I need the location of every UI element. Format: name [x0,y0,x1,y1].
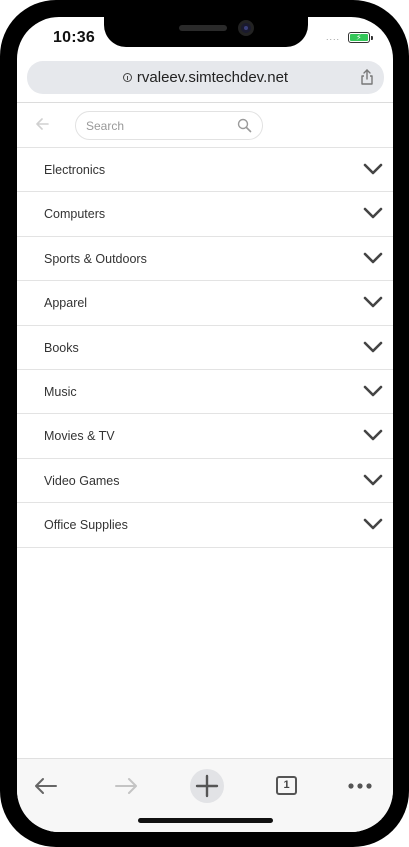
speaker [179,25,227,31]
category-item[interactable]: Video Games [17,459,393,504]
home-indicator[interactable] [138,818,273,823]
category-label[interactable]: Music [44,370,77,414]
notch [104,17,308,47]
category-item[interactable]: Movies & TV [17,414,393,459]
status-bar: 10:36 .... ⚡ [17,17,393,63]
plus-icon[interactable] [190,769,224,803]
category-label[interactable]: Apparel [44,281,87,325]
chevron-down-icon[interactable] [363,251,383,265]
back-arrow-icon[interactable] [30,770,62,802]
category-item[interactable]: Sports & Outdoors [17,237,393,282]
chevron-down-icon[interactable] [363,384,383,398]
battery-icon: ⚡ [348,32,373,43]
tabs-icon[interactable]: 1 [276,776,297,795]
more-icon[interactable] [344,770,376,802]
divider [17,102,393,103]
category-item[interactable]: Computers [17,192,393,237]
chevron-down-icon[interactable] [363,162,383,176]
screen: 10:36 .... ⚡ rvaleev.simtechdev.net Sear… [17,17,393,832]
category-label[interactable]: Computers [44,192,105,236]
category-label[interactable]: Books [44,326,79,370]
category-label[interactable]: Video Games [44,459,120,503]
category-label[interactable]: Office Supplies [44,503,128,547]
chevron-down-icon[interactable] [363,473,383,487]
status-time: 10:36 [53,29,95,46]
url-text[interactable]: rvaleev.simtechdev.net [137,69,288,86]
category-list: Electronics Computers Sports & Outdoors … [17,147,393,548]
category-item[interactable]: Electronics [17,148,393,193]
search-input[interactable] [86,112,231,139]
category-item[interactable]: Music [17,370,393,415]
category-label[interactable]: Movies & TV [44,414,115,458]
search-icon[interactable] [237,118,252,133]
share-icon[interactable] [358,68,376,86]
category-item[interactable]: Books [17,326,393,370]
phone-frame: 10:36 .... ⚡ rvaleev.simtechdev.net Sear… [0,0,409,847]
chevron-down-icon[interactable] [363,206,383,220]
back-arrow-icon[interactable] [33,114,53,134]
category-label[interactable]: Sports & Outdoors [44,237,147,281]
address-bar[interactable]: rvaleev.simtechdev.net [27,61,384,94]
chevron-down-icon[interactable] [363,340,383,354]
forward-arrow-icon[interactable] [110,770,142,802]
category-item[interactable]: Apparel [17,281,393,326]
chevron-down-icon[interactable] [363,428,383,442]
category-item[interactable]: Office Supplies [17,503,393,548]
search-box[interactable] [75,111,263,140]
tabs-button[interactable]: 1 [270,770,302,802]
category-label[interactable]: Electronics [44,148,105,192]
signal-icon: .... [326,32,341,42]
chevron-down-icon[interactable] [363,295,383,309]
chevron-down-icon[interactable] [363,517,383,531]
info-icon[interactable] [122,73,132,82]
camera [238,20,254,36]
